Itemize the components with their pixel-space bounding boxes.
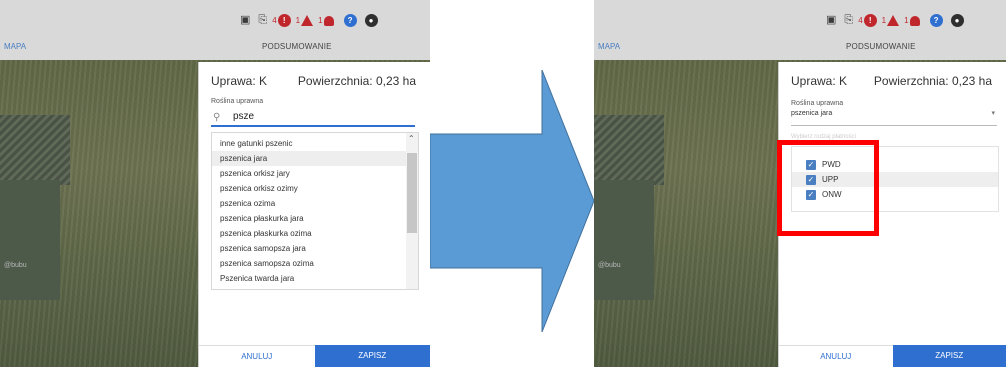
tab-mapa[interactable]: MAPA (598, 42, 620, 51)
map-parcel (0, 115, 70, 185)
list-item[interactable]: pszenica orkisz ozimy (212, 181, 418, 196)
error-icon[interactable]: ! (863, 14, 877, 27)
save-button[interactable]: ZAPISZ (892, 345, 1006, 367)
print-icon[interactable]: ⎘ (258, 15, 267, 26)
warning-count: 1 (295, 16, 301, 25)
list-item[interactable]: pszenica samopsza jara (212, 241, 418, 256)
screenshot-before: MAPA PODSUMOWANIE ▣ ⎘ 4 ! 1 1 ? ● @bubu … (0, 0, 430, 367)
bell-icon[interactable] (323, 15, 334, 26)
list-item[interactable]: pszenica jara (212, 151, 418, 166)
list-scrollbar[interactable]: ⌃ (406, 133, 418, 289)
list-item[interactable]: pszenica ozima (212, 196, 418, 211)
search-value: psze (233, 111, 255, 122)
print-icon[interactable]: ⎘ (844, 15, 853, 26)
list-item[interactable]: pszenica płaskurka ozima (212, 226, 418, 241)
warning-count: 1 (881, 16, 887, 25)
search-icon: ⚲ (213, 112, 221, 123)
crop-field-label: Roślina uprawna (791, 100, 844, 107)
top-bar: MAPA PODSUMOWANIE ▣ ⎘ 4 ! 1 1 ? ● (594, 0, 1006, 60)
notification-count: 1 (904, 16, 909, 25)
bell-icon[interactable] (909, 15, 920, 26)
area-value: Powierzchnia: 0,23 ha (873, 74, 992, 88)
tab-summary[interactable]: PODSUMOWANIE (262, 42, 332, 51)
help-icon[interactable]: ? (343, 14, 357, 27)
scrollbar-thumb[interactable] (407, 153, 417, 233)
crop-search-input[interactable]: ⚲ psze (211, 110, 415, 127)
list-item[interactable]: pszenica samopsza ozima (212, 256, 418, 271)
error-count: 4 (858, 16, 863, 25)
user-icon[interactable]: ● (364, 14, 378, 27)
transition-arrow (430, 70, 594, 332)
save-icon[interactable]: ▣ (240, 15, 250, 26)
list-item[interactable]: inne gatunki pszenic (212, 136, 418, 151)
screenshot-after: MAPA PODSUMOWANIE ▣ ⎘ 4 ! 1 1 ? ● @bubu … (594, 0, 1006, 367)
crop-select[interactable]: Roślina uprawna pszenica jara ▾ (791, 100, 997, 126)
cancel-button[interactable]: ANULUJ (779, 345, 893, 367)
warning-icon[interactable] (887, 15, 900, 26)
crop-field-label: Roślina uprawna (211, 98, 264, 105)
top-bar: MAPA PODSUMOWANIE ▣ ⎘ 4 ! 1 1 ? ● (0, 0, 430, 60)
chevron-up-icon[interactable]: ⌃ (408, 134, 415, 143)
dialog-title: Uprawa: K (211, 74, 268, 88)
tab-mapa[interactable]: MAPA (4, 42, 26, 51)
arrow-shape (430, 70, 594, 332)
area-value: Powierzchnia: 0,23 ha (297, 74, 416, 88)
map-parcel (594, 180, 654, 300)
dialog-actions: ANULUJ ZAPISZ (199, 345, 430, 367)
notification-count: 1 (318, 16, 323, 25)
crop-field-value: pszenica jara (791, 110, 833, 117)
warning-icon[interactable] (301, 15, 314, 26)
list-item[interactable]: pszenica orkisz jary (212, 166, 418, 181)
crop-options-list: inne gatunki pszenic pszenica jara pszen… (211, 132, 419, 290)
error-count: 4 (272, 16, 277, 25)
error-icon[interactable]: ! (277, 14, 291, 27)
save-button[interactable]: ZAPISZ (314, 345, 430, 367)
list-item[interactable]: pszenica płaskurka jara (212, 211, 418, 226)
chevron-down-icon[interactable]: ▾ (991, 109, 995, 117)
highlight-frame (777, 140, 879, 236)
map-label: @bubu (4, 262, 27, 269)
map-label: @bubu (598, 262, 621, 269)
list-item[interactable]: Pszenica twarda jara (212, 271, 418, 286)
dialog-title: Uprawa: K (791, 74, 848, 88)
dialog-actions: ANULUJ ZAPISZ (779, 345, 1006, 367)
tab-summary[interactable]: PODSUMOWANIE (846, 42, 916, 51)
cancel-button[interactable]: ANULUJ (199, 345, 315, 367)
toolbar-icons: ▣ ⎘ 4 ! 1 1 ? ● (826, 14, 964, 27)
map-parcel (594, 115, 664, 185)
comparison-stage: MAPA PODSUMOWANIE ▣ ⎘ 4 ! 1 1 ? ● @bubu … (0, 0, 1006, 367)
crop-dialog: Uprawa: K Powierzchnia: 0,23 ha Roślina … (198, 62, 430, 367)
help-icon[interactable]: ? (929, 14, 943, 27)
map-parcel (0, 180, 60, 300)
toolbar-icons: ▣ ⎘ 4 ! 1 1 ? ● (240, 14, 378, 27)
user-icon[interactable]: ● (950, 14, 964, 27)
save-icon[interactable]: ▣ (826, 15, 836, 26)
